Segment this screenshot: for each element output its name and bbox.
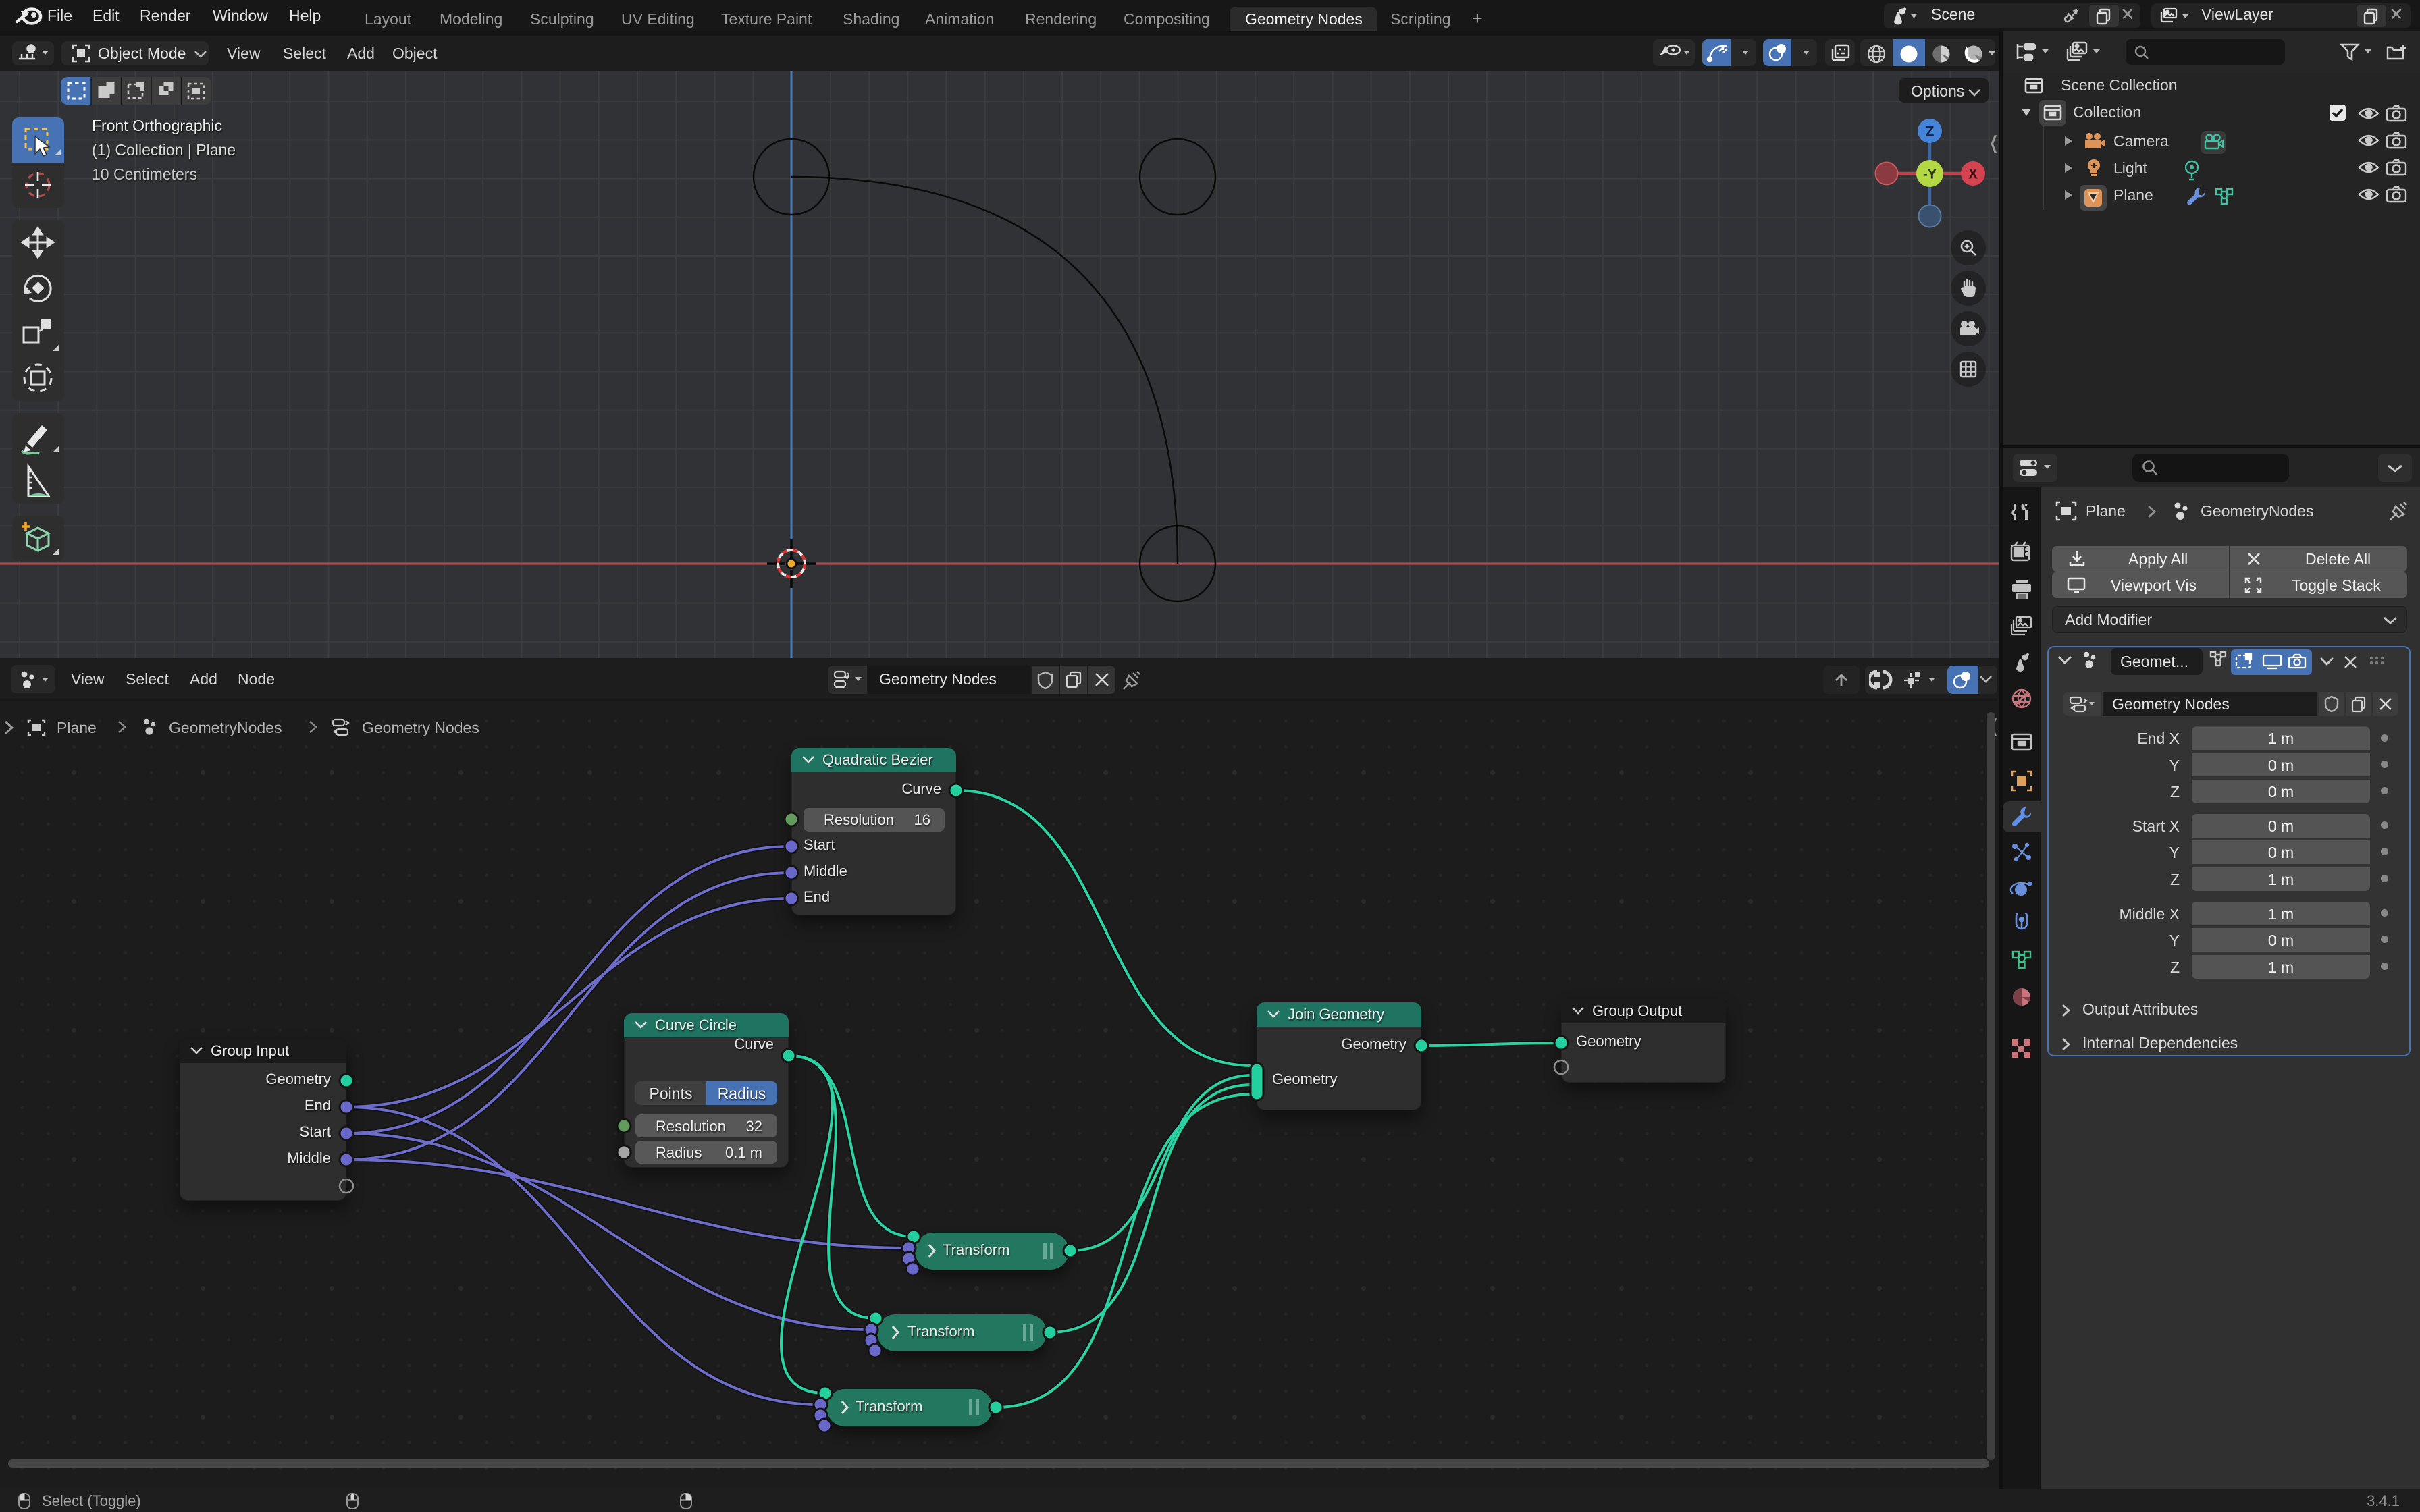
svg-text:-Y: -Y — [1923, 167, 1937, 182]
svg-text:X: X — [1968, 167, 1978, 182]
svg-text:Z: Z — [1926, 124, 1935, 140]
